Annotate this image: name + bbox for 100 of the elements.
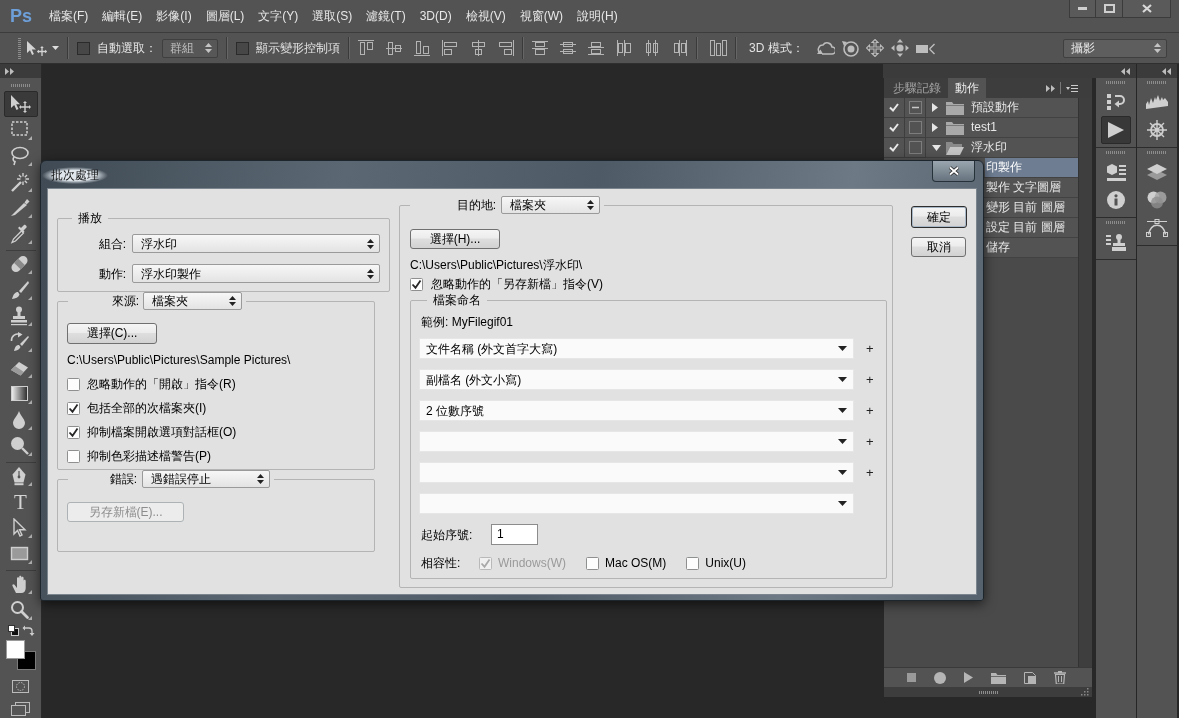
naming-dropdown[interactable]: 2 位數序號 [419,400,854,421]
menu-item[interactable]: 影像(I) [156,8,192,24]
panel-tab[interactable]: 動作 [948,78,986,98]
foreground-color-swatch[interactable] [5,640,25,659]
menu-item[interactable]: 檔案(F) [49,8,89,24]
distribute-bottom-icon[interactable] [588,40,604,56]
menu-item[interactable]: 文字(Y) [258,8,299,24]
play-icon[interactable] [964,672,973,683]
grip-icon [18,37,21,59]
small-swatches-icon[interactable] [7,624,19,636]
record-icon[interactable] [934,671,946,684]
workspace-select[interactable]: 攝影 [1063,38,1167,58]
tool-button[interactable] [3,91,38,117]
checkbox-label[interactable]: Mac OS(M) [605,556,667,570]
menu-item[interactable]: 濾鏡(T) [366,8,406,24]
overlapping-windows-icon[interactable] [11,702,30,716]
destination-select[interactable]: 檔案夾 [501,196,600,214]
checkbox-label[interactable]: 抑制色彩描述檔警告(P) [87,449,211,463]
close-button[interactable] [1123,0,1171,18]
checkbox-label[interactable]: 忽略動作的「開啟」指令(R) [87,377,236,391]
add-field-button[interactable]: + [866,341,874,356]
disclosure-triangle-icon[interactable] [932,123,938,132]
close-button[interactable] [932,161,975,182]
checkbox-label[interactable]: 抑制檔案開啟選項對話框(O) [87,425,237,439]
align-right-icon[interactable] [498,40,514,56]
double-arrow-icon[interactable] [1046,84,1055,92]
toggle-square-icon[interactable] [908,121,922,134]
trash-icon[interactable] [1054,671,1066,684]
checkmark-icon[interactable] [889,123,899,132]
caret-icon [52,46,59,50]
menu-item[interactable]: 選取(S) [312,8,353,24]
checkbox[interactable] [67,401,80,415]
menu-item[interactable]: 檢視(V) [465,8,506,24]
checkbox[interactable] [236,41,249,55]
error-select[interactable]: 遇錯誤停止 [142,470,270,488]
add-field-button[interactable]: + [866,372,874,387]
tool-preset-button[interactable] [27,40,59,56]
menu-item[interactable]: 3D(D) [419,8,452,24]
add-field-button[interactable]: + [866,465,874,480]
pen-nib-icon [9,466,32,486]
naming-dropdown[interactable]: 副檔名 (外文小寫) [419,369,854,390]
checkbox-label[interactable]: 包括全部的次檔案夾(I) [87,401,207,415]
distribute-top-icon[interactable] [532,40,548,56]
disclosure-triangle-icon[interactable] [932,144,941,151]
menu-item[interactable]: 視窗(W) [519,8,563,24]
choose-folder-button[interactable]: 選擇(C)... [67,323,157,344]
checkbox[interactable] [586,556,599,570]
action-select[interactable]: 浮水印製作 [132,264,380,283]
align-bottom-icon[interactable] [414,40,430,56]
choose-folder-button[interactable]: 選擇(H)... [410,229,500,249]
disclosure-triangle-icon[interactable] [932,103,938,112]
tool-button[interactable]: T [3,489,38,515]
align-middle-icon[interactable] [386,40,402,56]
option-label[interactable]: 顯示變形控制項 [256,40,340,56]
double-arrow-icon[interactable] [5,67,14,75]
align-left-icon[interactable] [442,40,458,56]
swap-arrow-icon[interactable] [21,624,35,636]
checkbox[interactable] [410,277,423,291]
panel-button[interactable] [1101,116,1131,144]
checkbox-label[interactable]: 忽略動作的「另存新檔」指令(V) [431,277,603,291]
distribute-middle-icon[interactable] [560,40,576,56]
menu-item[interactable]: 編輯(E) [102,8,143,24]
action-step-label[interactable]: 印製作 [985,158,1078,177]
menu-item[interactable]: 說明(H) [577,8,618,24]
add-field-button[interactable]: + [866,434,874,449]
minimize-button[interactable] [1069,0,1096,18]
checkbox[interactable] [67,449,80,463]
maximize-button[interactable] [1096,0,1123,18]
checkmark-icon[interactable] [889,143,899,152]
double-arrow-icon[interactable] [1162,67,1171,75]
resize-grip-icon[interactable] [1081,688,1089,696]
checkmark-icon[interactable] [889,103,899,112]
distribute-right-icon[interactable] [672,40,688,56]
toggle-square-icon[interactable] [908,101,922,114]
checkbox[interactable] [686,556,700,570]
naming-dropdown[interactable]: 文件名稱 (外文首字大寫) [419,338,854,359]
bars-icon[interactable] [710,40,727,56]
checkbox[interactable] [67,377,80,391]
cancel-button[interactable]: 取消 [911,237,966,257]
align-top-icon[interactable] [358,40,374,56]
new-page-icon[interactable] [1024,671,1036,684]
double-arrow-icon[interactable] [1121,67,1130,75]
action-step-label[interactable]: 儲存 [985,238,1078,257]
cloud-arrow-icon[interactable] [815,40,835,56]
toggle-square-icon[interactable] [908,141,922,154]
distribute-center-icon[interactable] [644,40,660,56]
panel-menu-icon[interactable] [1066,84,1078,92]
align-center-icon[interactable] [470,40,486,56]
source-select[interactable]: 檔案夾 [143,292,242,310]
video-camera-icon[interactable] [915,41,935,55]
checkbox[interactable] [67,425,80,439]
set-select[interactable]: 浮水印 [132,234,380,253]
ok-button[interactable]: 確定 [911,206,967,228]
distribute-left-icon[interactable] [616,40,632,56]
menu-item[interactable]: 圖層(L) [205,8,245,24]
four-way-arrows-icon[interactable] [865,39,884,57]
folder-icon[interactable] [991,671,1006,684]
start-number-field[interactable]: 1 [491,524,538,545]
checkbox-label[interactable]: Unix(U) [705,556,746,570]
add-field-button[interactable]: + [866,403,874,418]
